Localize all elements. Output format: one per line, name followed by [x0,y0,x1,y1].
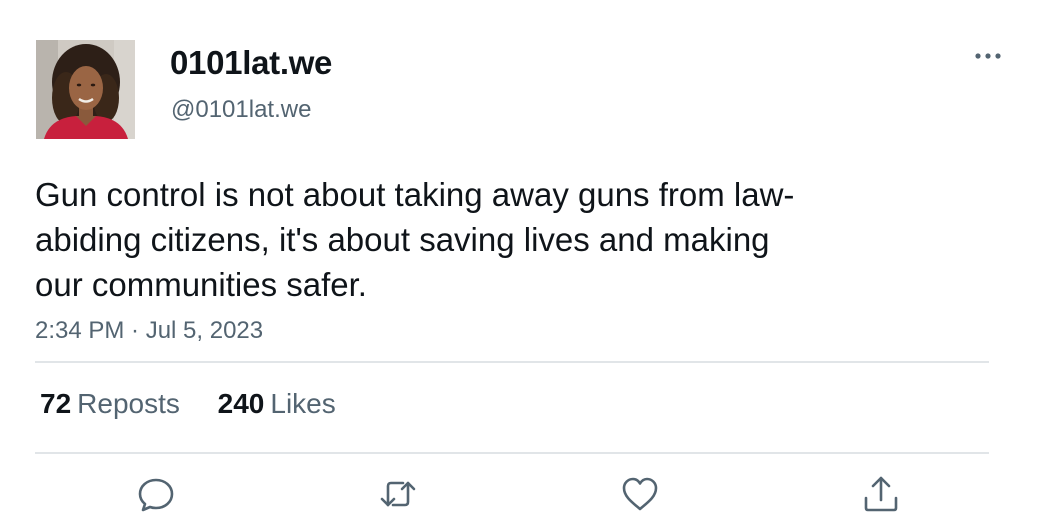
reposts-stat[interactable]: 72 Reposts [40,386,180,422]
retweet-arrows-icon [380,481,416,507]
tweet-timestamp[interactable]: 2:34 PM · Jul 5, 2023 [35,316,263,346]
tweet-text-line: Gun control is not about taking away gun… [35,176,795,213]
like-button[interactable] [620,474,660,514]
more-options-button[interactable] [968,42,1008,70]
speech-bubble-icon [138,478,174,512]
tweet-text-line: abiding citizens, it's about saving live… [35,221,770,258]
share-button[interactable] [861,474,901,514]
share-upload-icon [864,476,898,512]
reply-button[interactable] [136,474,176,514]
divider [35,361,989,363]
likes-stat[interactable]: 240 Likes [218,386,336,422]
profile-photo [36,40,135,139]
tweet-text-line: our communities safer. [35,266,367,303]
engagement-stats: 72 Reposts 240 Likes [40,386,366,422]
avatar[interactable] [36,40,135,139]
divider [35,452,989,454]
likes-label: Likes [270,388,336,419]
display-name[interactable]: 0101lat.we [170,43,332,83]
likes-count: 240 [217,388,265,419]
reposts-label: Reposts [77,388,180,419]
heart-icon [622,477,658,511]
tweet-text: Gun control is not about taking away gun… [35,172,915,307]
ellipsis-icon [975,53,1001,59]
user-handle[interactable]: @0101lat.we [171,95,311,125]
repost-button[interactable] [378,474,418,514]
reposts-count: 72 [40,388,72,419]
